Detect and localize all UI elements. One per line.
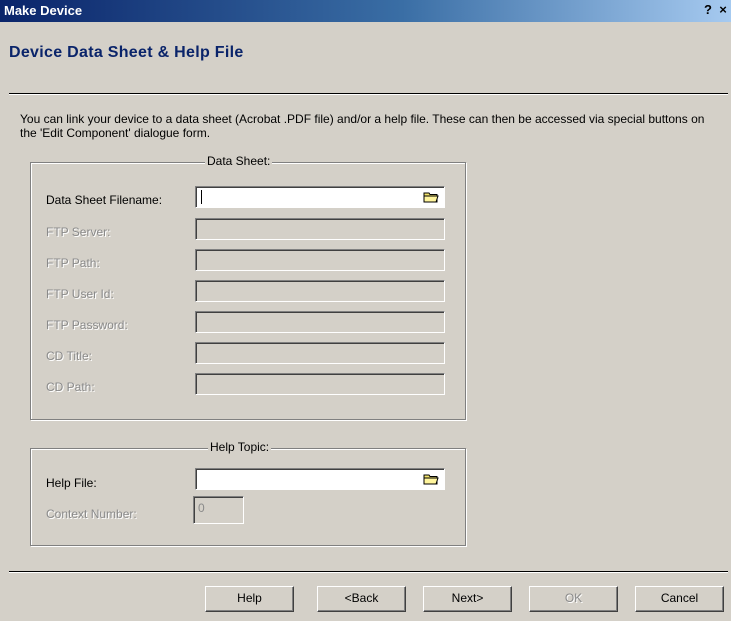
ok-button[interactable]: OK [529, 586, 618, 612]
next-button[interactable]: Next> [423, 586, 512, 612]
ftp-user-id-label: FTP User Id: [46, 287, 114, 301]
cd-title-field[interactable] [195, 342, 445, 364]
help-topic-group [30, 448, 466, 546]
ftp-password-field[interactable] [195, 311, 445, 333]
ftp-server-label: FTP Server: [46, 225, 111, 239]
header-divider [9, 93, 728, 95]
folder-icon[interactable] [423, 472, 439, 486]
help-topic-group-title: Help Topic: [208, 440, 272, 454]
cd-path-field[interactable] [195, 373, 445, 395]
cd-title-label: CD Title: [46, 349, 93, 363]
cancel-button[interactable]: Cancel [635, 586, 724, 612]
context-number-label: Context Number: [46, 507, 137, 521]
ftp-path-field[interactable] [195, 249, 445, 271]
title-bar: Make Device ? × [0, 0, 731, 22]
intro-text: You can link your device to a data sheet… [20, 112, 705, 140]
folder-icon[interactable] [423, 190, 439, 204]
cd-path-label: CD Path: [46, 380, 95, 394]
ftp-user-id-field[interactable] [195, 280, 445, 302]
ftp-server-field[interactable] [195, 218, 445, 240]
window-title: Make Device [4, 3, 83, 18]
text-caret [201, 190, 202, 204]
data-sheet-filename-label: Data Sheet Filename: [46, 193, 163, 207]
help-file-field[interactable] [195, 468, 445, 490]
help-button[interactable]: Help [205, 586, 294, 612]
footer-divider [9, 571, 728, 573]
context-number-field[interactable]: 0 [193, 496, 244, 524]
help-title-button[interactable]: ? [701, 3, 715, 17]
close-title-button[interactable]: × [716, 3, 730, 17]
data-sheet-group-title: Data Sheet: [205, 154, 273, 168]
data-sheet-filename-field[interactable] [195, 186, 445, 208]
ftp-path-label: FTP Path: [46, 256, 100, 270]
page-title: Device Data Sheet & Help File [9, 44, 244, 61]
back-button[interactable]: <Back [317, 586, 406, 612]
ftp-password-label: FTP Password: [46, 318, 128, 332]
help-file-label: Help File: [46, 476, 97, 490]
